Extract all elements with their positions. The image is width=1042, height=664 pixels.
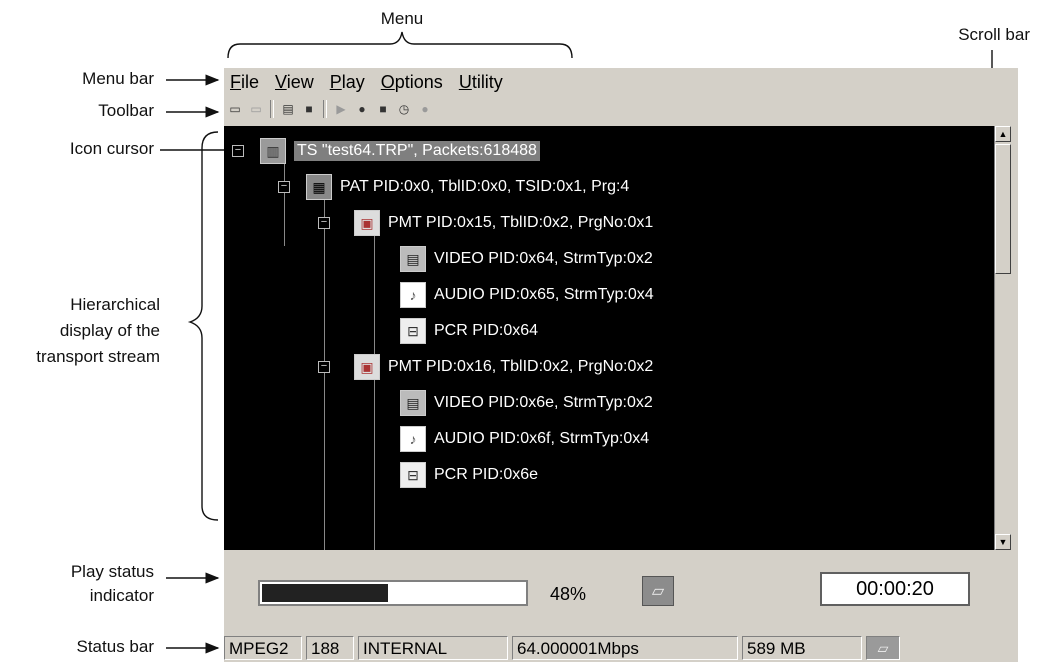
video-film-icon: ▤ — [400, 390, 426, 416]
toolbar-separator — [323, 100, 327, 118]
tree-node-pcr-2[interactable]: ⊟ PCR PID:0x6e — [400, 460, 538, 490]
menu-utility[interactable]: Utility — [459, 72, 503, 93]
status-format: MPEG2 — [224, 636, 302, 660]
tree-label-audio-1: AUDIO PID:0x65, StrmTyp:0x4 — [434, 286, 654, 303]
record-icon[interactable]: ● — [353, 100, 371, 118]
tape-drive-icon: ▱ — [642, 576, 674, 606]
transport-stream-icon: ▥ — [260, 138, 286, 164]
vertical-scrollbar[interactable]: ▲ ▼ — [994, 126, 1011, 550]
menu-options-label: ptions — [394, 71, 443, 92]
close-folder-icon[interactable]: ▭ — [247, 100, 265, 118]
tree-node-pmt-1[interactable]: − ▣ PMT PID:0x15, TblID:0x2, PrgNo:0x1 — [318, 208, 653, 238]
collapse-icon[interactable]: − — [278, 181, 290, 193]
menu-utility-label: tility — [471, 71, 503, 92]
tree-node-video-1[interactable]: ▤ VIDEO PID:0x64, StrmTyp:0x2 — [400, 244, 653, 274]
tree-label-ts: TS "test64.TRP", Packets:618488 — [294, 141, 540, 161]
status-file-size: 589 MB — [742, 636, 862, 660]
tree-node-audio-1[interactable]: ♪ AUDIO PID:0x65, StrmTyp:0x4 — [400, 280, 654, 310]
toolbar-separator — [270, 100, 274, 118]
audio-speaker-icon: ♪ — [400, 282, 426, 308]
tree-node-pcr-1[interactable]: ⊟ PCR PID:0x64 — [400, 316, 538, 346]
tree-node-pat[interactable]: − ▦ PAT PID:0x0, TblID:0x0, TSID:0x1, Pr… — [278, 172, 629, 202]
menu-view-mnemonic: V — [275, 71, 287, 92]
play-progress-bar — [258, 580, 528, 606]
tree-connector — [374, 388, 375, 550]
video-film-icon: ▤ — [400, 246, 426, 272]
scroll-up-arrow-icon[interactable]: ▲ — [995, 126, 1011, 142]
open-file-icon[interactable]: ▤ — [279, 100, 297, 118]
menu-play-label: lay — [341, 71, 365, 92]
status-bit-rate: 64.000001Mbps — [512, 636, 738, 660]
play-progress-fill — [262, 584, 388, 602]
tree-label-video-1: VIDEO PID:0x64, StrmTyp:0x2 — [434, 250, 653, 267]
status-clock-source: INTERNAL — [358, 636, 508, 660]
collapse-icon[interactable]: − — [318, 361, 330, 373]
audio-speaker-icon: ♪ — [400, 426, 426, 452]
collapse-icon[interactable]: − — [318, 217, 330, 229]
stop-icon[interactable]: ■ — [374, 100, 392, 118]
scrollbar-thumb[interactable] — [995, 144, 1011, 274]
open-icon[interactable]: ▭ — [226, 100, 244, 118]
pcr-clock-icon: ⊟ — [400, 462, 426, 488]
menu-play[interactable]: Play — [330, 72, 365, 93]
status-drive-icon: ▱ — [866, 636, 900, 660]
menu-play-mnemonic: P — [329, 71, 342, 92]
tree-label-pcr-1: PCR PID:0x64 — [434, 322, 539, 339]
menu-file[interactable]: File — [230, 72, 259, 93]
toolbar: ▭ ▭ ▤ ■ ▶ ● ■ ◷ ● — [226, 98, 434, 120]
pcr-clock-icon: ⊟ — [400, 318, 426, 344]
pmt-tv-icon: ▣ — [354, 210, 380, 236]
scroll-down-arrow-icon[interactable]: ▼ — [995, 534, 1011, 550]
collapse-icon[interactable]: − — [232, 145, 244, 157]
tree-label-pat: PAT PID:0x0, TblID:0x0, TSID:0x1, Prg:4 — [340, 178, 630, 195]
menu-utility-mnemonic: U — [458, 71, 472, 92]
play-icon[interactable]: ▶ — [332, 100, 350, 118]
status-packet-size: 188 — [306, 636, 354, 660]
tree-node-pmt-2[interactable]: − ▣ PMT PID:0x16, TblID:0x2, PrgNo:0x2 — [318, 352, 653, 382]
menu-view[interactable]: View — [275, 72, 314, 93]
hierarchical-brace — [187, 131, 219, 521]
transport-stream-tree: − ▥ TS "test64.TRP", Packets:618488 − ▦ … — [224, 126, 994, 550]
tree-label-video-2: VIDEO PID:0x6e, StrmTyp:0x2 — [434, 394, 653, 411]
menu-brace — [227, 31, 573, 59]
menu-file-label: ile — [241, 71, 260, 92]
application-window: File View Play Options Utility ▭ ▭ ▤ ■ ▶… — [224, 68, 1018, 662]
tree-node-audio-2[interactable]: ♪ AUDIO PID:0x6f, StrmTyp:0x4 — [400, 424, 649, 454]
tree-label-audio-2: AUDIO PID:0x6f, StrmTyp:0x4 — [434, 430, 650, 447]
tree-node-video-2[interactable]: ▤ VIDEO PID:0x6e, StrmTyp:0x2 — [400, 388, 653, 418]
menu-options-mnemonic: O — [380, 71, 395, 92]
menu-bar: File View Play Options Utility — [224, 68, 1018, 96]
pat-table-icon: ▦ — [306, 174, 332, 200]
tree-label-pcr-2: PCR PID:0x6e — [434, 466, 539, 483]
tree-label-pmt-1: PMT PID:0x15, TblID:0x2, PrgNo:0x1 — [388, 214, 654, 231]
play-status-indicator: 48% ▱ 00:00:20 — [224, 552, 1018, 632]
play-time-display: 00:00:20 — [820, 572, 970, 606]
menu-file-mnemonic: F — [230, 71, 241, 92]
tree-node-ts[interactable]: − ▥ TS "test64.TRP", Packets:618488 — [232, 136, 540, 166]
stop-circle-icon[interactable]: ● — [416, 100, 434, 118]
pmt-tv-icon: ▣ — [354, 354, 380, 380]
status-bar: MPEG2 188 INTERNAL 64.000001Mbps 589 MB … — [224, 634, 1018, 662]
menu-view-label: iew — [286, 71, 314, 92]
play-progress-percent: 48% — [550, 584, 587, 604]
tree-label-pmt-2: PMT PID:0x16, TblID:0x2, PrgNo:0x2 — [388, 358, 654, 375]
save-icon[interactable]: ■ — [300, 100, 318, 118]
menu-options[interactable]: Options — [381, 72, 443, 93]
timer-icon[interactable]: ◷ — [395, 100, 413, 118]
